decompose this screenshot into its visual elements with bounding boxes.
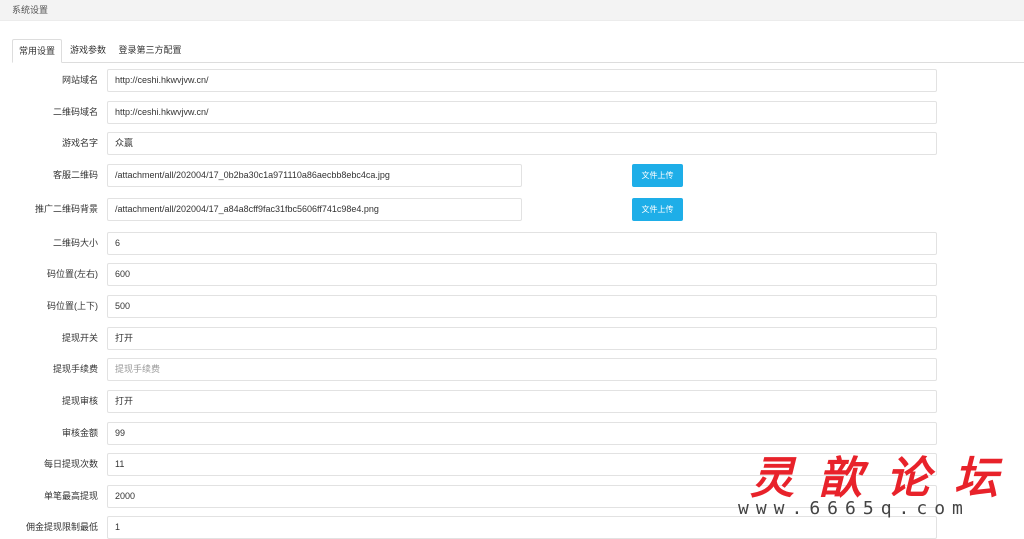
code-pos-lr-input[interactable]: 600: [107, 263, 937, 286]
form-row-withdraw-fee: 提现手续费 提现手续费: [0, 358, 1024, 381]
form-row-code-pos-lr: 码位置(左右) 600: [0, 263, 1024, 286]
game-name-input[interactable]: 众赢: [107, 132, 937, 155]
code-pos-tb-input[interactable]: 500: [107, 295, 937, 318]
tab-divider: [12, 62, 1024, 63]
single-max-withdraw-label: 单笔最高提现: [43, 491, 98, 501]
qr-size-label: 二维码大小: [52, 238, 98, 248]
watermark: 灵歆论坛 www.6665q.com: [738, 438, 1018, 528]
qr-domain-label: 二维码域名: [52, 107, 98, 117]
form-row-qr-size: 二维码大小 6: [0, 232, 1024, 255]
withdraw-review-label: 提现审核: [61, 396, 98, 406]
service-qr-upload-button[interactable]: 文件上传: [632, 164, 683, 187]
withdraw-switch-select[interactable]: 打开: [107, 327, 937, 350]
review-amount-input[interactable]: 99: [107, 422, 937, 445]
withdraw-review-select[interactable]: 打开: [107, 390, 937, 413]
top-bar: 系统设置: [0, 0, 1024, 21]
qr-domain-input[interactable]: http://ceshi.hkwvjvw.cn/: [107, 101, 937, 124]
form-row-site-domain: 网站域名 http://ceshi.hkwvjvw.cn/: [0, 69, 1024, 92]
code-pos-lr-label: 码位置(左右): [47, 269, 98, 279]
tab-common-settings[interactable]: 常用设置: [12, 39, 62, 63]
single-max-withdraw-input[interactable]: 2000: [107, 485, 937, 508]
form-row-review-amount: 审核金额 99: [0, 422, 1024, 445]
form-row-code-pos-tb: 码位置(上下) 500: [0, 295, 1024, 318]
review-amount-label: 审核金额: [61, 428, 98, 438]
promo-qr-bg-upload-button[interactable]: 文件上传: [632, 198, 683, 221]
form-row-withdraw-switch: 提现开关 打开: [0, 327, 1024, 350]
form-row-promo-qr-bg: 推广二维码背景 /attachment/all/202004/17_a84a8c…: [0, 198, 1024, 221]
form-row-service-qr: 客服二维码 /attachment/all/202004/17_0b2ba30c…: [0, 164, 1024, 187]
form-row-qr-domain: 二维码域名 http://ceshi.hkwvjvw.cn/: [0, 101, 1024, 124]
form-row-daily-withdraw-times: 每日提现次数 11: [0, 453, 1024, 476]
form-row-game-name: 游戏名字 众赢: [0, 132, 1024, 155]
withdraw-switch-label: 提现开关: [61, 333, 98, 343]
qr-size-input[interactable]: 6: [107, 232, 937, 255]
withdraw-fee-input[interactable]: 提现手续费: [107, 358, 937, 381]
service-qr-label: 客服二维码: [52, 170, 98, 180]
game-name-label: 游戏名字: [61, 138, 98, 148]
site-domain-label: 网站域名: [61, 75, 98, 85]
tab-game-params[interactable]: 游戏参数: [66, 39, 110, 63]
form-row-single-max-withdraw: 单笔最高提现 2000: [0, 485, 1024, 508]
service-qr-input[interactable]: /attachment/all/202004/17_0b2ba30c1a9711…: [107, 164, 522, 187]
site-domain-input[interactable]: http://ceshi.hkwvjvw.cn/: [107, 69, 937, 92]
form-row-withdraw-review: 提现审核 打开: [0, 390, 1024, 413]
page-title: 系统设置: [12, 5, 49, 15]
daily-withdraw-times-label: 每日提现次数: [43, 459, 98, 469]
tab-bar: 常用设置 游戏参数 登录第三方配置: [12, 39, 1024, 63]
withdraw-fee-label: 提现手续费: [52, 364, 98, 374]
tab-third-party-login[interactable]: 登录第三方配置: [115, 39, 185, 63]
code-pos-tb-label: 码位置(上下): [47, 301, 98, 311]
daily-withdraw-times-input[interactable]: 11: [107, 453, 937, 476]
promo-qr-bg-label: 推广二维码背景: [34, 204, 98, 214]
promo-qr-bg-input[interactable]: /attachment/all/202004/17_a84a8cff9fac31…: [107, 198, 522, 221]
